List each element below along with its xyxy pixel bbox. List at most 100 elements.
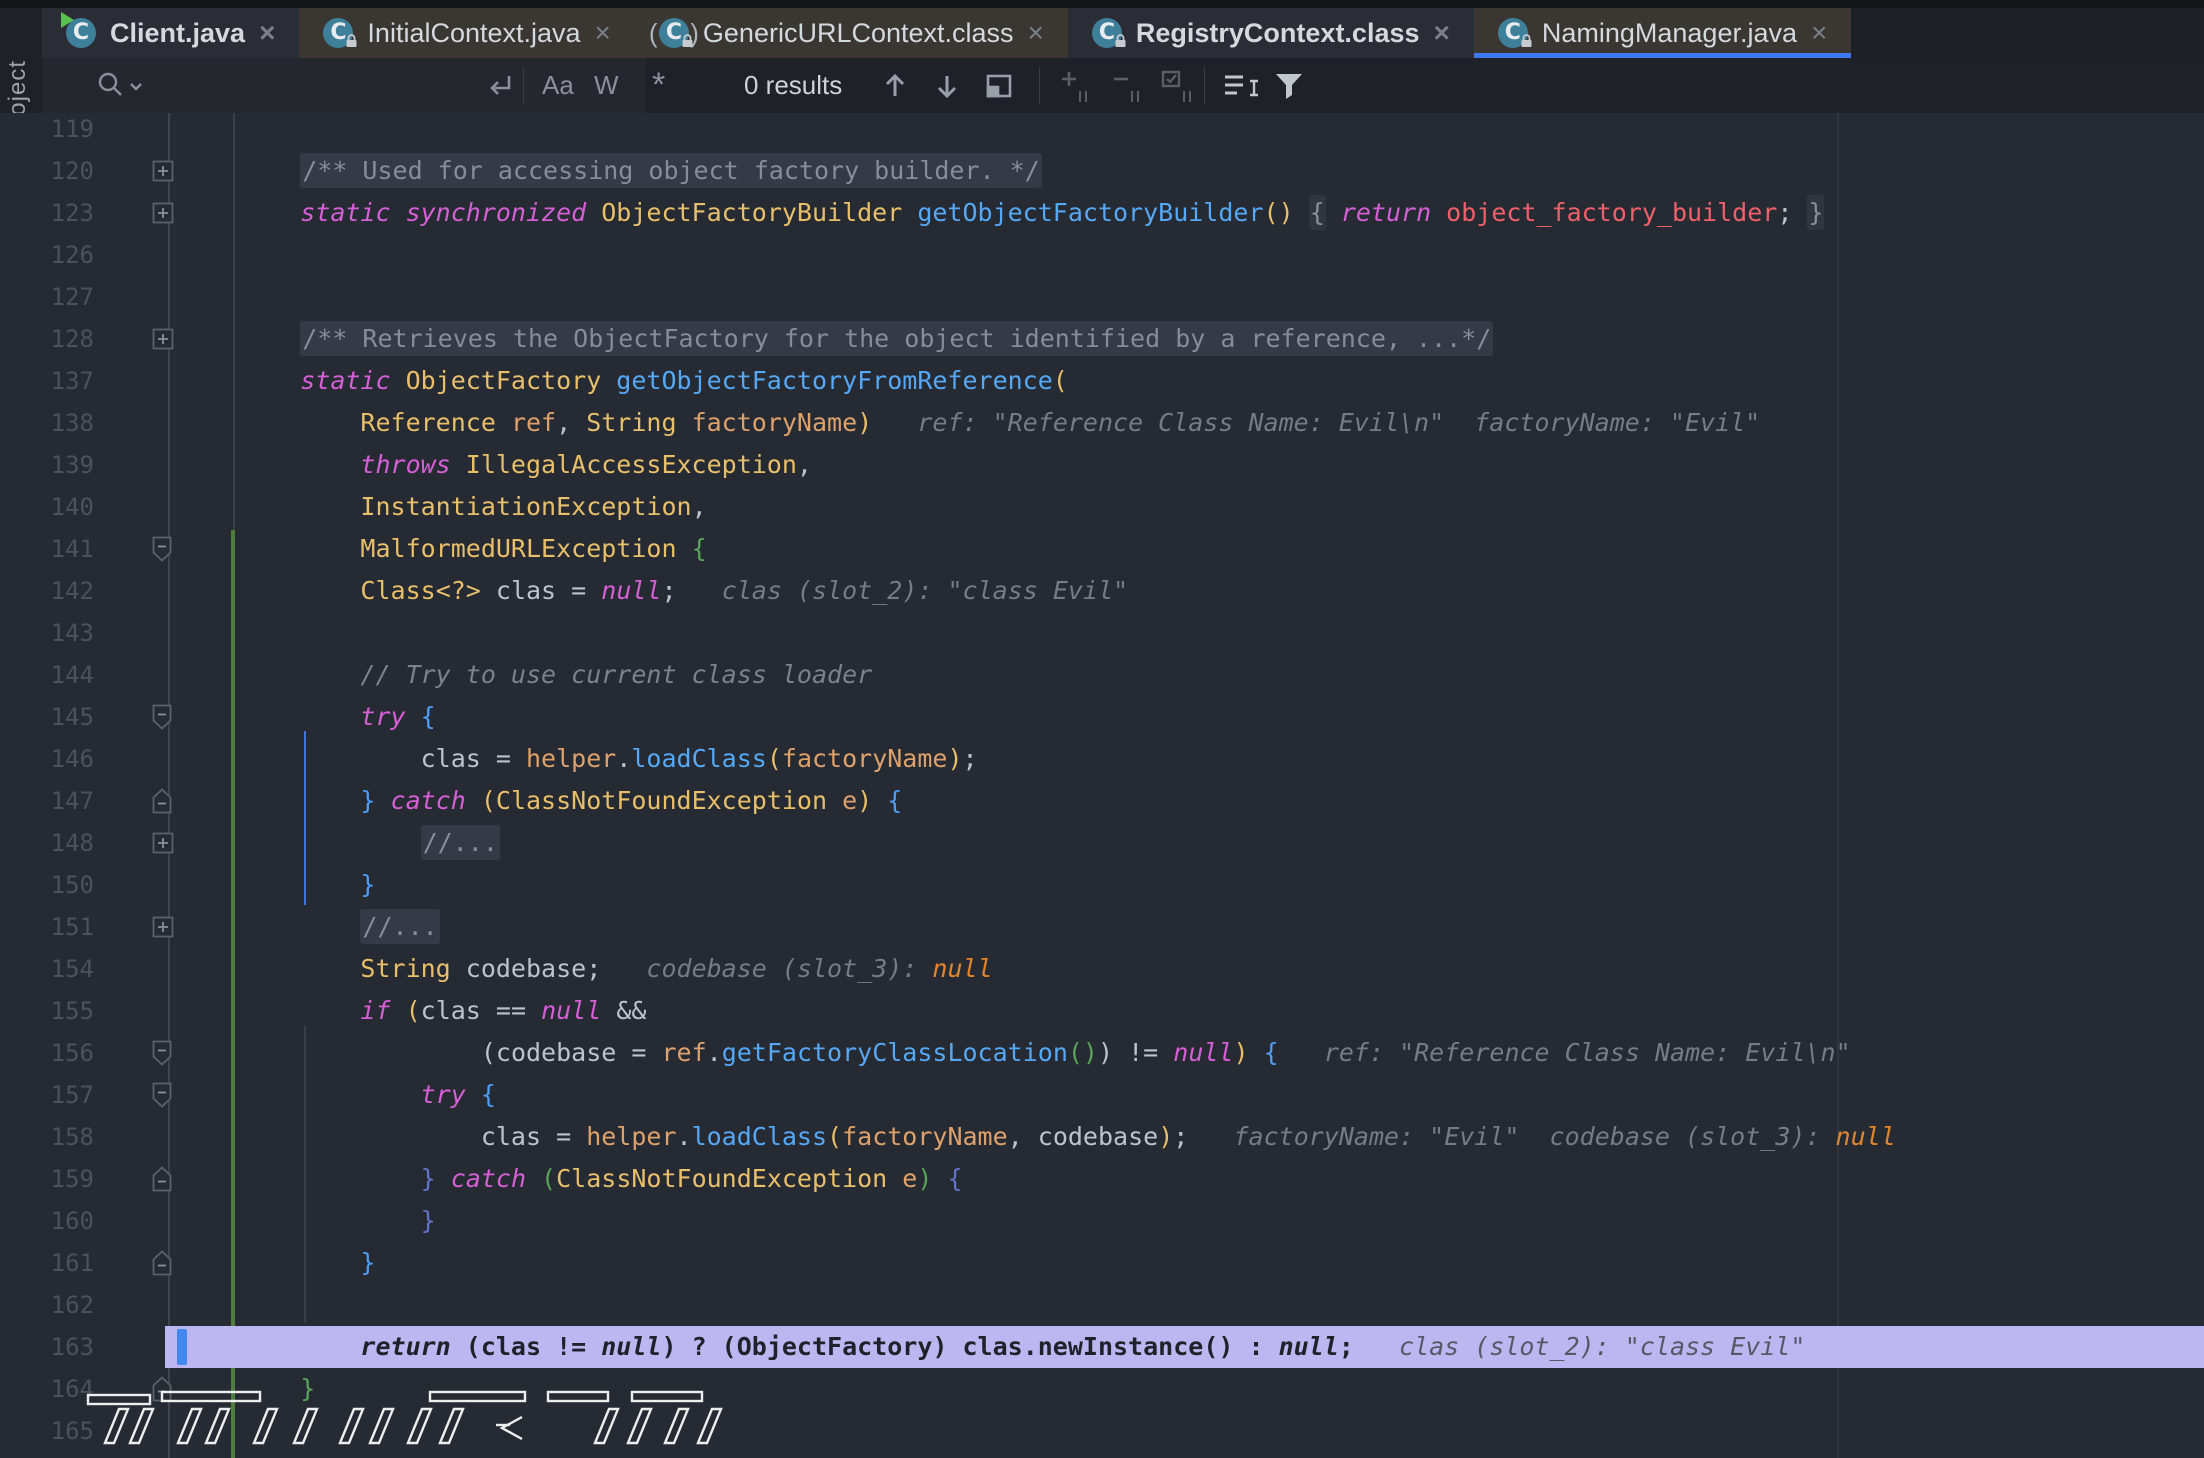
window-top-strip	[0, 0, 2204, 8]
code-text: (codebase = ref.getFactoryClassLocation(…	[234, 1032, 1851, 1074]
code-text: try {	[234, 1074, 496, 1116]
code-line[interactable]: 139 throws IllegalAccessException,	[0, 444, 2204, 486]
code-text: //...	[234, 906, 440, 948]
words-toggle[interactable]: W	[594, 58, 619, 113]
tab-client-java[interactable]: CClient.java×	[42, 8, 299, 58]
gutter-fold-slot	[94, 1200, 234, 1242]
close-icon[interactable]: ×	[257, 19, 277, 47]
line-number: 160	[0, 1200, 94, 1242]
search-input[interactable]	[152, 66, 436, 106]
code-line[interactable]: 147 } catch (ClassNotFoundException e) {	[0, 780, 2204, 822]
tab-label: GenericURLContext.class	[703, 18, 1014, 49]
code-line[interactable]: 150 }	[0, 864, 2204, 906]
next-occurrence-icon[interactable]	[932, 58, 962, 113]
code-line[interactable]: 143	[0, 612, 2204, 654]
code-text: MalformedURLException {	[234, 528, 707, 570]
code-line[interactable]: 148 //...	[0, 822, 2204, 864]
close-icon[interactable]: ×	[1809, 19, 1829, 47]
close-icon[interactable]: ×	[593, 19, 613, 47]
code-line[interactable]: 151 //...	[0, 906, 2204, 948]
line-number: 154	[0, 948, 94, 990]
code-line[interactable]: 161 }	[0, 1242, 2204, 1284]
lock-icon	[681, 34, 694, 53]
code-line[interactable]: 123 static synchronized ObjectFactoryBui…	[0, 192, 2204, 234]
code-line[interactable]: 138 Reference ref, String factoryName) r…	[0, 402, 2204, 444]
match-case-toggle[interactable]: Aa	[542, 58, 574, 113]
close-icon[interactable]: ×	[1026, 19, 1046, 47]
code-line[interactable]: 160 }	[0, 1200, 2204, 1242]
code-line[interactable]: 158 clas = helper.loadClass(factoryName,…	[0, 1116, 2204, 1158]
line-number: 157	[0, 1074, 94, 1116]
code-text: }	[234, 1200, 436, 1242]
chevron-down-icon	[128, 69, 144, 103]
editor-tab-bar: CClient.java×CInitialContext.java× (C) Gen…	[42, 8, 2204, 58]
code-line[interactable]: 156 (codebase = ref.getFactoryClassLocat…	[0, 1032, 2204, 1074]
gutter-fold-slot	[94, 990, 234, 1032]
find-bar-divider	[523, 67, 524, 104]
search-icon[interactable]	[94, 58, 144, 113]
line-number: 156	[0, 1032, 94, 1074]
graffiti-watermark	[10, 1385, 750, 1458]
code-lines: 119120 /** Used for accessing object fac…	[0, 108, 2204, 1452]
code-line[interactable]: 119	[0, 108, 2204, 150]
close-icon[interactable]: ×	[1432, 19, 1452, 47]
code-line[interactable]: 141 MalformedURLException {	[0, 528, 2204, 570]
code-text: clas = helper.loadClass(factoryName);	[234, 738, 978, 780]
gutter-fold-slot	[94, 150, 234, 192]
regex-toggle[interactable]: *	[652, 58, 665, 113]
code-text	[234, 234, 240, 276]
search-options-icon[interactable]	[1220, 58, 1260, 113]
code-text: } catch (ClassNotFoundException e) {	[234, 1158, 963, 1200]
line-number: 128	[0, 318, 94, 360]
code-line[interactable]: 155 if (clas == null &&	[0, 990, 2204, 1032]
code-line[interactable]: 146 clas = helper.loadClass(factoryName)…	[0, 738, 2204, 780]
code-line[interactable]: 145 try {	[0, 696, 2204, 738]
line-number: 123	[0, 192, 94, 234]
code-line[interactable]: 126	[0, 234, 2204, 276]
code-line[interactable]: 140 InstantiationException,	[0, 486, 2204, 528]
remove-occurrence-icon[interactable]	[1108, 58, 1146, 113]
editor-pane[interactable]: 119120 /** Used for accessing object fac…	[0, 113, 2204, 1458]
newline-icon[interactable]	[482, 58, 518, 113]
find-bar-divider	[1204, 67, 1205, 104]
select-all-occurrences-icon[interactable]	[1158, 58, 1198, 113]
gutter-fold-slot	[94, 738, 234, 780]
tab-namingmanager-java[interactable]: CNamingManager.java×	[1474, 8, 1852, 58]
tab-initialcontext-java[interactable]: CInitialContext.java×	[299, 8, 634, 58]
code-line[interactable]: 159 } catch (ClassNotFoundException e) {	[0, 1158, 2204, 1200]
previous-occurrence-icon[interactable]	[880, 58, 910, 113]
gutter-fold-slot	[94, 108, 234, 150]
code-line[interactable]: 120 /** Used for accessing object factor…	[0, 150, 2204, 192]
code-text: }	[234, 864, 375, 906]
code-text: try {	[234, 696, 436, 738]
gutter-fold-slot	[94, 822, 234, 864]
line-number: 126	[0, 234, 94, 276]
code-line[interactable]: 162	[0, 1284, 2204, 1326]
line-number: 163	[0, 1326, 94, 1368]
code-line[interactable]: 128 /** Retrieves the ObjectFactory for …	[0, 318, 2204, 360]
line-number: 148	[0, 822, 94, 864]
line-number: 161	[0, 1242, 94, 1284]
code-text: clas = helper.loadClass(factoryName, cod…	[234, 1116, 1896, 1158]
code-line[interactable]: 144 // Try to use current class loader	[0, 654, 2204, 696]
find-bar-divider	[1039, 67, 1040, 104]
gutter-fold-slot	[94, 654, 234, 696]
tab-genericurlcontext-class[interactable]: (C) GenericURLContext.class ×	[635, 8, 1068, 58]
line-number: 158	[0, 1116, 94, 1158]
code-line[interactable]: 127	[0, 276, 2204, 318]
open-in-find-window-icon[interactable]	[982, 58, 1016, 113]
code-line[interactable]: 154 String codebase; codebase (slot_3): …	[0, 948, 2204, 990]
add-occurrence-icon[interactable]	[1056, 58, 1094, 113]
tab-registrycontext-class[interactable]: CRegistryContext.class×	[1068, 8, 1474, 58]
decompiled-class-locked-icon: (C)	[657, 16, 691, 50]
filter-icon[interactable]	[1270, 58, 1308, 113]
code-line[interactable]: 137 static ObjectFactory getObjectFactor…	[0, 360, 2204, 402]
code-line[interactable]: 142 Class<?> clas = null; clas (slot_2):…	[0, 570, 2204, 612]
code-line-current[interactable]: 163 return (clas != null) ? (ObjectFacto…	[0, 1326, 2204, 1368]
code-text: return (clas != null) ? (ObjectFactory) …	[234, 1326, 1805, 1368]
code-line[interactable]: 157 try {	[0, 1074, 2204, 1116]
code-text: /** Retrieves the ObjectFactory for the …	[234, 318, 1493, 360]
line-number: 145	[0, 696, 94, 738]
gutter-fold-slot	[94, 444, 234, 486]
code-text: String codebase; codebase (slot_3): null	[234, 948, 993, 990]
